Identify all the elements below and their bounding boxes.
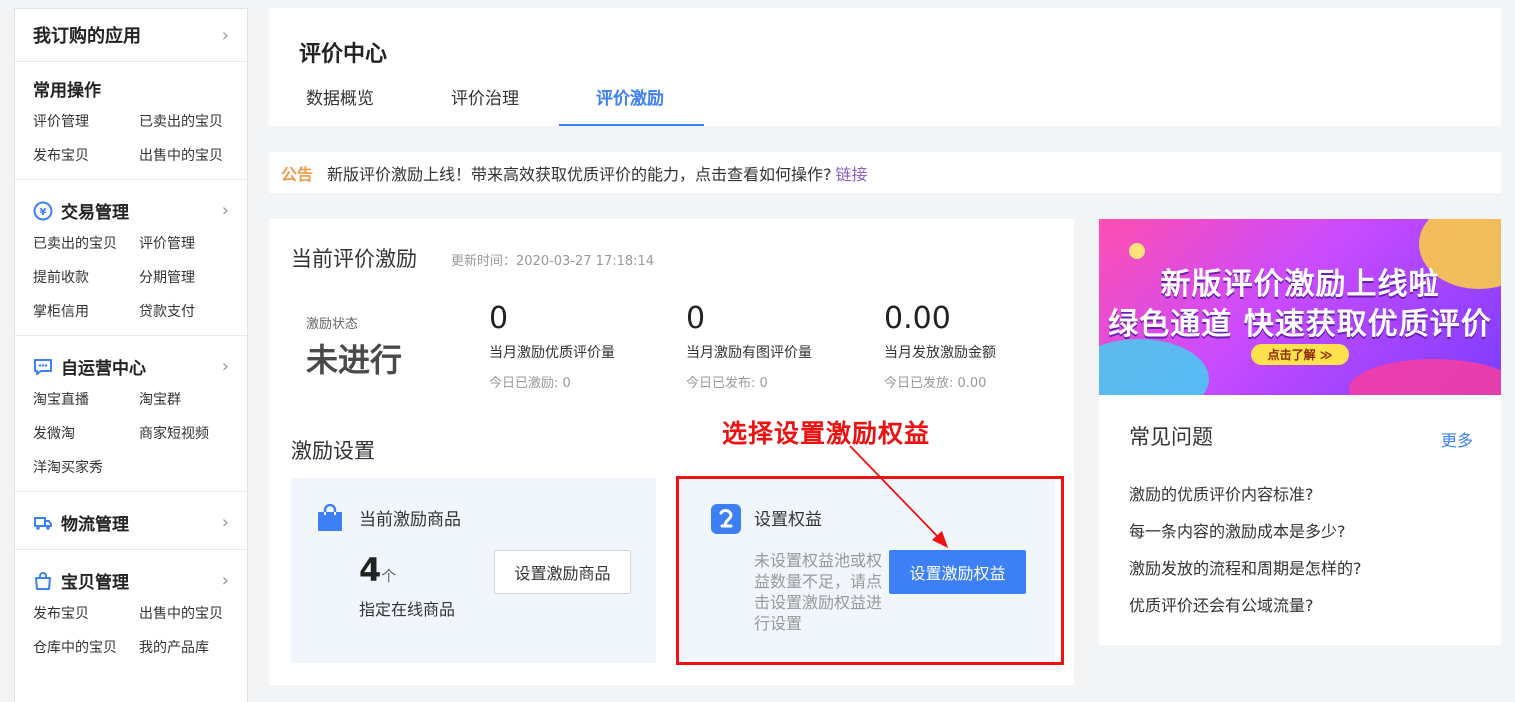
set-incentive-goods-button[interactable]: 设置激励商品: [494, 550, 631, 594]
sidebar-link[interactable]: 仓库中的宝贝: [33, 637, 139, 657]
sidebar-link[interactable]: 贷款支付: [139, 301, 239, 321]
stat-sub: 今日已发放: 0.00: [884, 376, 987, 391]
faq-item[interactable]: 优质评价还会有公域流量?: [1129, 592, 1362, 629]
sidebar-link[interactable]: 发布宝贝: [33, 603, 139, 623]
stat-sub: 今日已激励: 0: [489, 376, 571, 391]
stat-incentive-amount: 0.00 当月发放激励金额 今日已发放: 0.00: [884, 301, 996, 391]
sidebar-link[interactable]: 评价管理: [33, 111, 139, 131]
sidebar-link[interactable]: 出售中的宝贝: [139, 603, 239, 623]
notice-tag: 公告: [281, 164, 314, 184]
chevron-right-icon: ›: [221, 570, 229, 591]
tab-review-governance[interactable]: 评价治理: [451, 84, 519, 109]
sidebar-section-goods: 宝贝管理 › 发布宝贝 出售中的宝贝 仓库中的宝贝 我的产品库: [15, 550, 247, 671]
banner-decoration: [1129, 243, 1145, 259]
sidebar-section-title[interactable]: ¥ 交易管理 ›: [33, 198, 229, 223]
sidebar-link[interactable]: 出售中的宝贝: [139, 145, 239, 165]
promo-banner[interactable]: 新版评价激励上线啦 绿色通道 快速获取优质评价 点击了解 ≫: [1099, 219, 1501, 395]
sidebar-link[interactable]: 商家短视频: [139, 423, 239, 443]
sidebar-section-label: 自运营中心: [61, 359, 146, 379]
yen-icon: ¥: [33, 201, 53, 221]
tab-data-overview[interactable]: 数据概览: [306, 84, 374, 109]
sidebar-link[interactable]: 发微淘: [33, 423, 139, 443]
status-label: 激励状态: [306, 317, 359, 332]
sidebar-link[interactable]: 淘宝群: [139, 389, 239, 409]
sidebar-section-trade: ¥ 交易管理 › 已卖出的宝贝 评价管理 提前收款 分期管理 掌柜信用 贷款支付: [15, 180, 247, 336]
chevron-right-icon: ›: [221, 512, 229, 533]
goods-count: 4个: [359, 551, 396, 589]
status-value: 未进行: [306, 341, 403, 379]
sidebar-link[interactable]: 掌柜信用: [33, 301, 139, 321]
update-time: 更新时间：2020-03-27 17:18:14: [451, 254, 655, 269]
sidebar-section-title[interactable]: 宝贝管理 ›: [33, 568, 229, 593]
stat-sub: 今日已发布: 0: [686, 376, 768, 391]
sidebar-link[interactable]: 已卖出的宝贝: [33, 233, 139, 253]
tab-review-incentive[interactable]: 评价激励: [596, 84, 664, 109]
chevron-right-icon: ›: [221, 200, 229, 221]
goods-count-value: 4: [359, 551, 382, 589]
sidebar-section-title: 常用操作: [33, 76, 229, 101]
sidebar-link[interactable]: 评价管理: [139, 233, 239, 253]
stat-label: 当月激励优质评价量: [489, 345, 615, 361]
truck-icon: [33, 513, 53, 533]
sidebar-link[interactable]: 分期管理: [139, 267, 239, 287]
sidebar-section-common: 常用操作 评价管理 已卖出的宝贝 发布宝贝 出售中的宝贝: [15, 62, 247, 180]
stat-label: 当月发放激励金额: [884, 345, 996, 361]
page-title: 评价中心: [299, 42, 388, 67]
banner-learn-more-button[interactable]: 点击了解 ≫: [1251, 344, 1349, 365]
notice-message: 新版评价激励上线！带来高效获取优质评价的能力，点击查看如何操作?: [327, 164, 832, 184]
faq-title: 常见问题: [1129, 425, 1213, 449]
faq-list: 激励的优质评价内容标准? 每一条内容的激励成本是多少? 激励发放的流程和周期是怎…: [1129, 481, 1362, 629]
goods-card-desc: 指定在线商品: [359, 600, 456, 619]
faq-item[interactable]: 激励发放的流程和周期是怎样的?: [1129, 555, 1362, 592]
sidebar-section-label: 宝贝管理: [61, 573, 129, 593]
stat-quality-reviews: 0 当月激励优质评价量 今日已激励: 0: [489, 301, 615, 391]
sidebar-head-my-apps[interactable]: 我订购的应用 ›: [15, 9, 247, 62]
page-header: 评价中心 数据概览 评价治理 评价激励: [269, 8, 1501, 126]
banner-decoration: [1349, 359, 1501, 395]
goods-count-unit: 个: [381, 567, 397, 585]
stat-value: 0: [489, 301, 509, 336]
sidebar-section-title[interactable]: 自运营中心 ›: [33, 354, 229, 379]
sidebar-link[interactable]: 已卖出的宝贝: [139, 111, 239, 131]
banner-subheadline: 绿色通道 快速获取优质评价: [1108, 307, 1492, 342]
banner-headline: 新版评价激励上线啦: [1160, 267, 1440, 302]
chevron-right-icon: ›: [221, 24, 229, 46]
stat-image-reviews: 0 当月激励有图评价量 今日已发布: 0: [686, 301, 812, 391]
stat-label: 当月激励有图评价量: [686, 345, 812, 361]
sidebar-section-title[interactable]: 物流管理 ›: [33, 510, 229, 535]
stat-value: 0.00: [884, 301, 951, 336]
stat-value: 0: [686, 301, 706, 336]
sidebar-link[interactable]: 我的产品库: [139, 637, 239, 657]
faq-item[interactable]: 每一条内容的激励成本是多少?: [1129, 518, 1362, 555]
incentive-goods-card: 当前激励商品 4个 指定在线商品 设置激励商品: [291, 478, 656, 663]
notice-link[interactable]: 链接: [836, 161, 868, 185]
faq-panel: 常见问题 更多 激励的优质评价内容标准? 每一条内容的激励成本是多少? 激励发放…: [1099, 395, 1501, 645]
active-tab-indicator: [559, 124, 704, 126]
faq-more-link[interactable]: 更多: [1441, 427, 1473, 451]
sidebar-section-label: 常用操作: [33, 81, 101, 101]
annotation-highlight-box: [676, 476, 1064, 665]
svg-text:¥: ¥: [40, 207, 47, 218]
sidebar-section-logistics: 物流管理 ›: [15, 492, 247, 550]
sidebar-link[interactable]: 洋淘买家秀: [33, 457, 139, 477]
faq-item[interactable]: 激励的优质评价内容标准?: [1129, 481, 1362, 518]
sidebar-link[interactable]: 发布宝贝: [33, 145, 139, 165]
bag-icon: [33, 571, 53, 591]
sidebar-link[interactable]: 淘宝直播: [33, 389, 139, 409]
annotation-text: 选择设置激励权益: [722, 419, 931, 448]
incentive-settings-title: 激励设置: [291, 439, 375, 463]
notice-bar: 公告 新版评价激励上线！带来高效获取优质评价的能力，点击查看如何操作? 链接: [269, 152, 1501, 193]
sidebar-link[interactable]: 提前收款: [33, 267, 139, 287]
shopping-bag-icon: [317, 503, 343, 532]
banner-decoration: [1099, 339, 1209, 395]
sidebar-section-label: 交易管理: [61, 203, 129, 223]
current-incentive-title: 当前评价激励: [291, 247, 417, 271]
sidebar-head-label: 我订购的应用: [33, 26, 141, 47]
goods-card-title: 当前激励商品: [359, 510, 461, 530]
sidebar-section-self-operation: 自运营中心 › 淘宝直播 淘宝群 发微淘 商家短视频 洋淘买家秀: [15, 336, 247, 492]
sidebar: 我订购的应用 › 常用操作 评价管理 已卖出的宝贝 发布宝贝 出售中的宝贝 ¥ …: [14, 8, 248, 702]
sidebar-section-label: 物流管理: [61, 515, 129, 535]
chevron-right-icon: ›: [221, 356, 229, 377]
chat-icon: [33, 357, 53, 377]
